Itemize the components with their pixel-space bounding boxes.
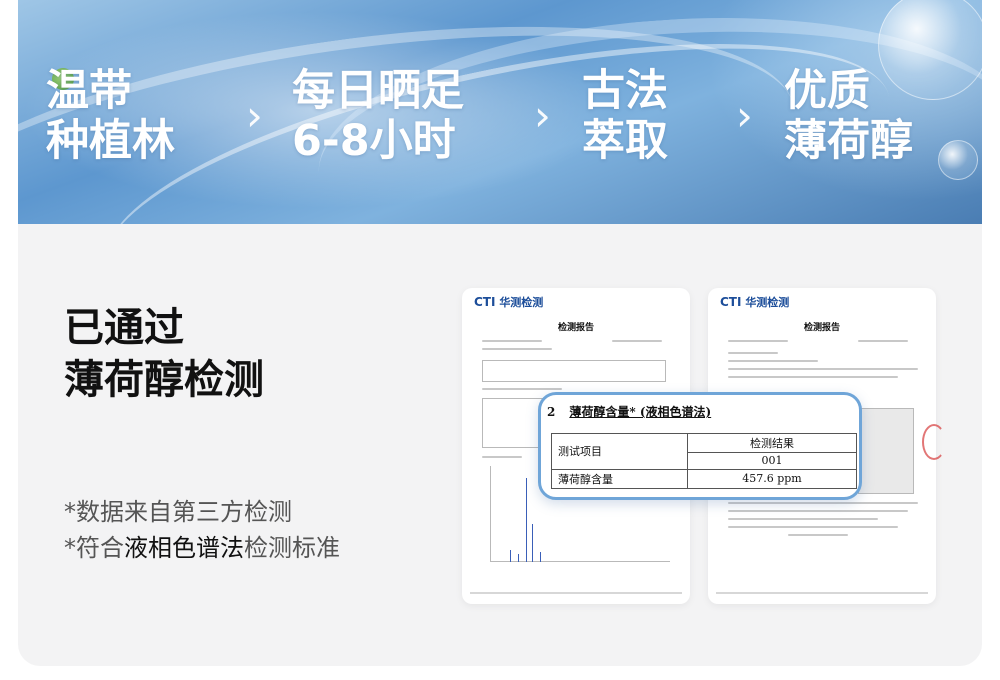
- feature-menthol: 优质 薄荷醇: [784, 66, 913, 166]
- note-standard-highlight: 液相色谱法: [124, 534, 244, 562]
- text-line: [728, 518, 878, 520]
- text-line: [728, 352, 778, 354]
- chromatogram-peak: [526, 478, 527, 562]
- report-title: 检测报告: [557, 323, 594, 333]
- table-row: 薄荷醇含量 457.6 ppm: [551, 468, 857, 489]
- sample-id: 001: [687, 452, 857, 470]
- chromatogram-peak: [532, 524, 533, 562]
- feature-plantation: 温带 种植林: [46, 66, 175, 166]
- doc-footer-line: [716, 592, 928, 594]
- result-section-number: 2: [547, 405, 556, 419]
- headline: 已通过 薄荷醇检测: [64, 302, 264, 406]
- result-callout: 2 薄荷醇含量* (液相色谱法) 测试项目 检测结果 001 薄荷醇含量 457.…: [538, 392, 862, 500]
- result-table: 测试项目 检测结果 001 薄荷醇含量 457.6 ppm: [551, 432, 857, 489]
- note-source: *数据来自第三方检测: [64, 498, 292, 526]
- text-line: [482, 340, 542, 342]
- text-line: [728, 502, 918, 504]
- headline-line2: 薄荷醇检测: [64, 357, 264, 403]
- chromatogram-peak: [518, 554, 519, 562]
- cti-logo-text: 华测检测: [745, 296, 790, 309]
- result-section-heading: 2 薄荷醇含量* (液相色谱法): [547, 403, 711, 420]
- seal-stamp: [922, 424, 946, 460]
- table-block: [482, 360, 666, 382]
- row-label-menthol: 薄荷醇含量: [551, 468, 688, 489]
- feature-sunlight: 每日晒足 6-8小时: [292, 66, 464, 166]
- chromatogram-peak: [510, 550, 511, 562]
- header-test-item: 测试项目: [551, 433, 688, 470]
- text-line: [482, 348, 552, 350]
- doc-footer-line: [470, 592, 682, 594]
- text-line: [728, 526, 898, 528]
- cti-logo: CTI 华测检测: [474, 294, 543, 310]
- text-line: [728, 510, 908, 512]
- text-line: [788, 534, 848, 536]
- water-bubble: [938, 140, 978, 180]
- headline-line1: 已通过: [64, 305, 184, 351]
- header-test-result: 检测结果: [687, 432, 857, 454]
- report-title: 检测报告: [803, 323, 840, 333]
- feature-extraction: 古法 萃取: [582, 66, 668, 166]
- table-row: 测试项目 检测结果: [551, 432, 857, 470]
- cti-logo-mark: CTI: [720, 295, 742, 309]
- text-line: [728, 376, 898, 378]
- text-line: [728, 340, 788, 342]
- chevron-right-icon: ›: [534, 91, 551, 140]
- chevron-right-icon: ›: [736, 91, 753, 140]
- note-standard: *符合液相色谱法检测标准: [64, 532, 340, 564]
- result-section-title: 薄荷醇含量* (液相色谱法): [569, 405, 712, 419]
- note-standard-prefix: *符合: [64, 534, 124, 562]
- cti-logo: CTI 华测检测: [720, 294, 789, 310]
- text-line: [612, 340, 662, 342]
- row-value-menthol: 457.6 ppm: [687, 468, 857, 489]
- text-line: [728, 360, 818, 362]
- sample-photo: [858, 408, 914, 494]
- text-line: [728, 368, 918, 370]
- text-line: [482, 388, 562, 390]
- chevron-right-icon: ›: [246, 91, 263, 140]
- cti-logo-text: 华测检测: [499, 296, 544, 309]
- cti-logo-mark: CTI: [474, 295, 496, 309]
- chromatogram-peak: [540, 552, 541, 562]
- text-line: [858, 340, 908, 342]
- text-line: [482, 456, 522, 458]
- note-standard-suffix: 检测标准: [244, 534, 340, 562]
